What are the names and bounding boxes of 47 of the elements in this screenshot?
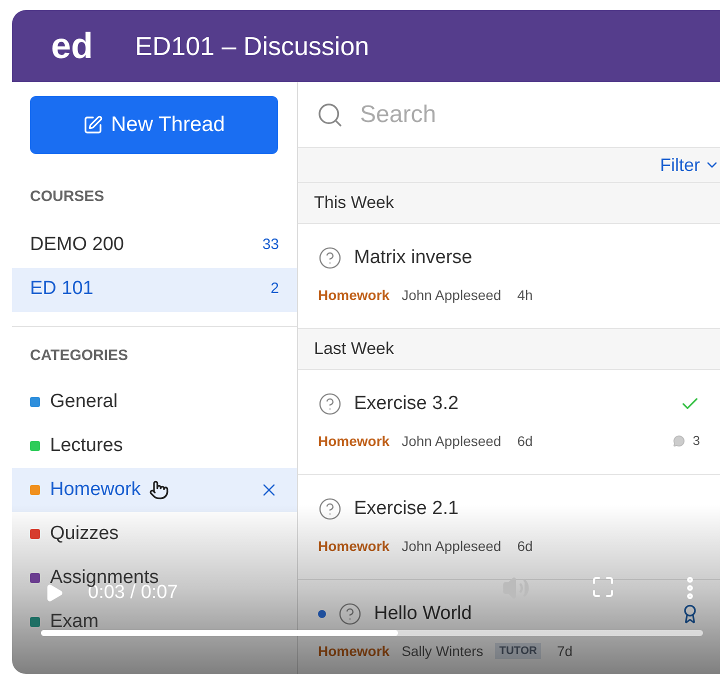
question-icon (318, 392, 342, 416)
comment-count: 3 (692, 432, 700, 450)
course-item[interactable]: ED 101 2 (12, 268, 297, 312)
post-time: 6d (517, 432, 533, 450)
category-item[interactable]: Quizzes (50, 524, 119, 544)
author-name: John Appleseed (402, 536, 502, 556)
category-item[interactable]: Lectures (50, 436, 123, 456)
post-time: 4h (517, 286, 533, 304)
section-heading: COURSES (30, 187, 106, 207)
search-icon (316, 100, 344, 128)
compose-icon (82, 115, 103, 135)
comment-icon (672, 435, 685, 447)
thread-title: Exercise 3.2 (354, 392, 459, 416)
group-heading: This Week (298, 183, 720, 224)
question-icon (318, 497, 342, 522)
section-heading: CATEGORIES (30, 346, 130, 366)
progress-track[interactable] (41, 630, 703, 636)
question-icon (338, 602, 362, 626)
category-label: Homework (318, 432, 390, 450)
page-title: ED101 – Discussion (135, 30, 370, 62)
author-name: John Appleseed (402, 432, 502, 451)
course-count: 33 (262, 235, 279, 256)
category-item[interactable]: Exam (50, 612, 99, 632)
search-field[interactable]: Search (360, 96, 660, 132)
thread-title: Exercise 2.1 (354, 497, 459, 521)
question-icon (318, 246, 342, 270)
category-label: Homework (318, 286, 390, 304)
category-label: Homework (318, 536, 390, 556)
category-name: Homework (50, 480, 141, 500)
category-item[interactable]: General (50, 392, 118, 412)
role-badge: TUTOR (495, 642, 541, 660)
group-heading: Last Week (298, 329, 720, 370)
post-time: 7d (556, 642, 573, 660)
course-count: 2 (270, 279, 279, 300)
course-item[interactable]: DEMO 200 33 (12, 224, 297, 268)
author-name: John Appleseed (402, 286, 502, 305)
hand-cursor-icon (148, 480, 169, 500)
category-label: Homework (318, 642, 390, 660)
category-item[interactable]: Homework (12, 468, 297, 512)
fullscreen-button[interactable] (591, 575, 615, 599)
thread-title: Matrix inverse (354, 246, 472, 270)
thread-title: Hello World (374, 602, 472, 626)
filter-button[interactable]: Filter (660, 152, 720, 178)
new-thread-button[interactable]: New Thread (30, 96, 278, 154)
author-name: Sally Winters (402, 642, 484, 661)
post-time: 6d (517, 536, 533, 556)
logo: ed (51, 24, 94, 68)
